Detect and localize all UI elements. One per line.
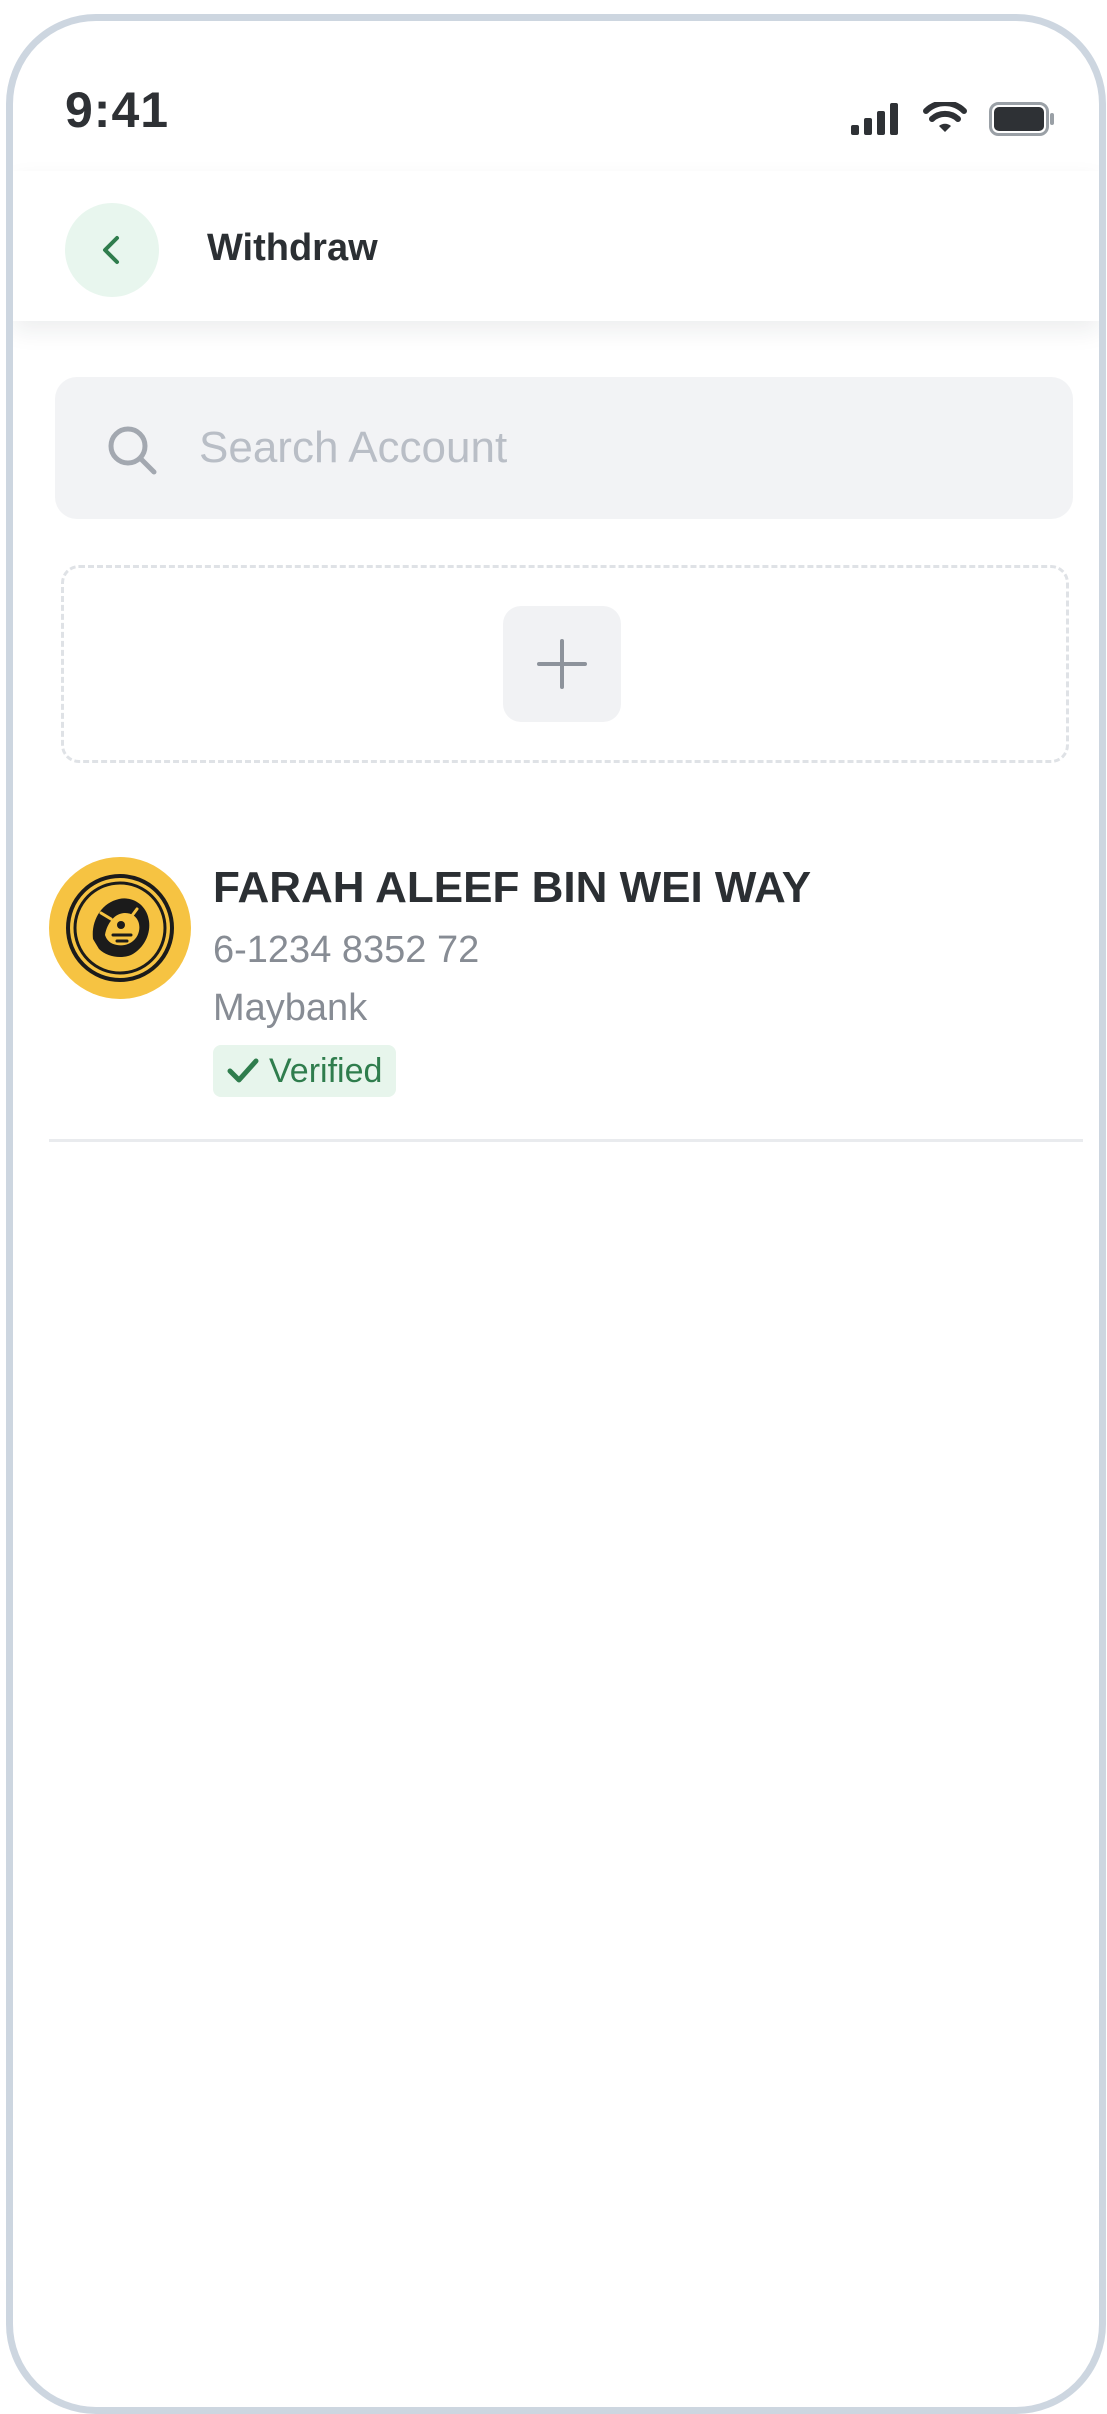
search-icon bbox=[108, 426, 157, 475]
battery-icon bbox=[989, 102, 1054, 136]
chevron-left-icon bbox=[103, 236, 119, 264]
bank-name: Maybank bbox=[213, 987, 368, 1029]
signal-icon bbox=[851, 103, 898, 135]
bank-account-item[interactable]: FARAH ALEEF BIN WEI WAY 6-1234 8352 72 M… bbox=[49, 841, 1089, 1101]
tiger-emblem-icon bbox=[66, 874, 174, 982]
account-holder-name: FARAH ALEEF BIN WEI WAY bbox=[213, 863, 812, 912]
status-icons bbox=[851, 99, 1055, 139]
wifi-icon bbox=[923, 102, 967, 132]
check-icon bbox=[227, 1058, 259, 1083]
plus-icon bbox=[537, 639, 587, 689]
status-time: 9:41 bbox=[65, 82, 170, 138]
add-account-area[interactable] bbox=[61, 565, 1069, 763]
verified-badge: Verified bbox=[213, 1045, 397, 1097]
page-title: Withdraw bbox=[207, 227, 378, 269]
verified-label: Verified bbox=[269, 1051, 383, 1090]
search-bar[interactable] bbox=[55, 377, 1073, 519]
list-divider bbox=[49, 1139, 1083, 1142]
phone-frame: 9:41 Withdraw Search Account FARAH ALEEF… bbox=[6, 14, 1106, 2414]
account-number: 6-1234 8352 72 bbox=[213, 929, 480, 971]
maybank-logo bbox=[49, 857, 191, 999]
search-input[interactable] bbox=[199, 377, 1039, 519]
add-account-button[interactable] bbox=[503, 606, 621, 722]
app-header: Withdraw bbox=[13, 171, 1099, 321]
back-button[interactable] bbox=[65, 203, 159, 297]
